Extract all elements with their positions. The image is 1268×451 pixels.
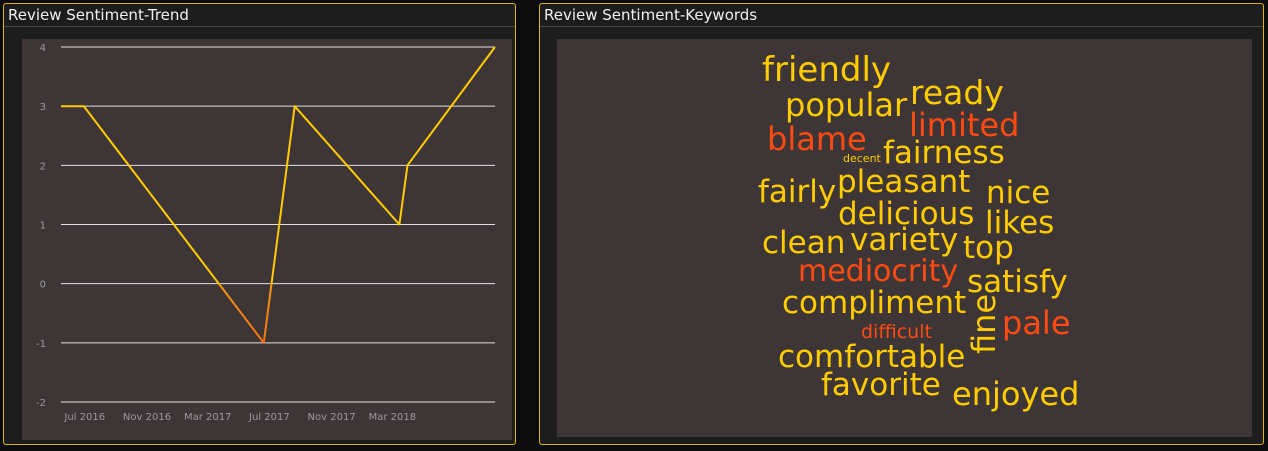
y-tick-label: -1 bbox=[36, 339, 46, 350]
y-tick-label: 4 bbox=[40, 43, 46, 54]
y-tick-label: 3 bbox=[40, 102, 46, 113]
wordcloud-word: fine bbox=[965, 294, 1003, 354]
wordcloud-word: fairly bbox=[758, 174, 836, 210]
wordcloud-word: top bbox=[963, 230, 1014, 266]
wordcloud-word: favorite bbox=[821, 367, 941, 403]
y-tick-label: -2 bbox=[36, 398, 46, 409]
y-tick-label: 1 bbox=[40, 221, 46, 232]
wordcloud-word: popular bbox=[785, 86, 908, 124]
trend-panel: Review Sentiment-Trend 4 3 2 1 0 -1 -2 Jul 2016… bbox=[3, 3, 516, 445]
wordcloud-word: mediocrity bbox=[798, 254, 958, 289]
keywords-wordcloud: friendlyreadypopularlimitedblamedecent fa… bbox=[758, 50, 1079, 413]
y-tick-label: 0 bbox=[40, 280, 46, 291]
y-tick-label: 2 bbox=[40, 161, 46, 172]
keywords-panel: Review Sentiment-Keywords friendly ready p… bbox=[539, 3, 1264, 445]
wordcloud-word: compliment bbox=[782, 285, 966, 321]
wordcloud-word: enjoyed bbox=[952, 375, 1079, 413]
x-tick-label: Jul 2016 bbox=[63, 412, 105, 423]
x-tick-label: Nov 2017 bbox=[308, 412, 356, 423]
sentiment-line bbox=[61, 46, 496, 344]
wordcloud-word: pale bbox=[1002, 304, 1071, 342]
wordcloud-word: pleasant bbox=[837, 164, 970, 200]
x-tick-label: Mar 2018 bbox=[369, 412, 417, 423]
trend-chart: 4 3 2 1 0 -1 -2 Jul 2016 Nov 2016 Mar 2017 Jul 201… bbox=[36, 43, 496, 423]
wordcloud-word: variety bbox=[850, 222, 958, 258]
x-tick-label: Nov 2016 bbox=[123, 412, 171, 423]
wordcloud-word: friendly bbox=[762, 50, 891, 90]
x-tick-label: Mar 2017 bbox=[184, 412, 232, 423]
x-tick-label: Jul 2017 bbox=[248, 412, 290, 423]
